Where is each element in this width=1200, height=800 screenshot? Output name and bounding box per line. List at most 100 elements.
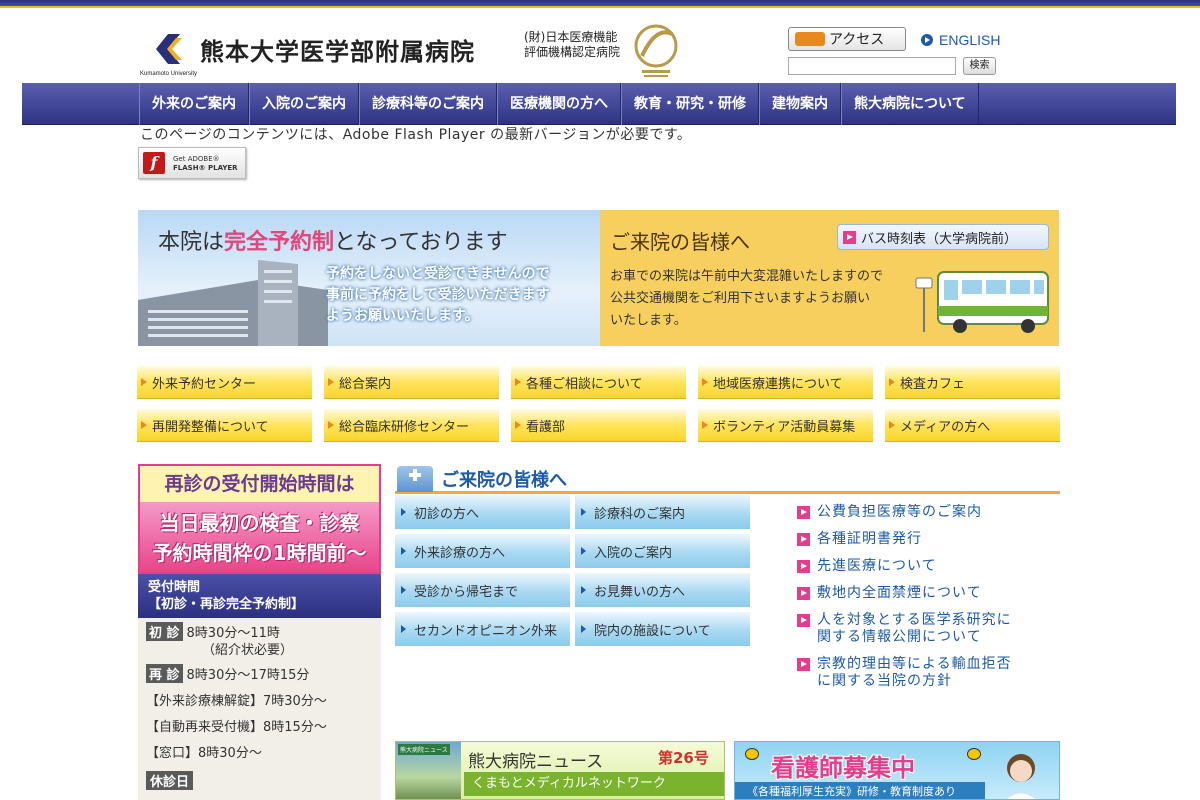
nav-item-medical-institutions[interactable]: 医療機関の方へ xyxy=(497,83,621,125)
nav-item-inpatient[interactable]: 入院のご案内 xyxy=(249,83,359,125)
quicklink-media[interactable]: メディアの方へ xyxy=(885,409,1060,442)
info-link-no-smoking[interactable]: 敷地内全面禁煙について xyxy=(797,585,982,602)
certification-text: (財)日本医療機能 評価機構認定病院 xyxy=(524,30,620,60)
search-button[interactable]: 検索 xyxy=(963,57,996,75)
info-link-text: 公費負担医療等のご案内 xyxy=(817,504,982,520)
reception-hours-title: 受付時間 xyxy=(148,580,201,595)
visit-link-visit-to-home[interactable]: 受診から帰宅まで xyxy=(395,573,570,607)
visit-link-label: お見舞いの方へ xyxy=(594,584,686,600)
news-photo-label: 熊大病院ニュース xyxy=(398,744,450,755)
quicklink-label: 各種ご相談について xyxy=(526,376,643,392)
arrow-icon xyxy=(797,506,810,519)
triangle-icon xyxy=(515,421,521,429)
quicklink-exam-cafe[interactable]: 検査カフェ xyxy=(885,366,1060,399)
bee-icon xyxy=(745,748,759,760)
top-stripe xyxy=(0,0,1200,8)
quicklink-general-info[interactable]: 総合案内 xyxy=(324,366,499,399)
nav-item-about[interactable]: 熊大病院について xyxy=(841,83,979,125)
quicklink-regional-cooperation[interactable]: 地域医療連携について xyxy=(698,366,873,399)
reservation-headline: 本院は完全予約制となっております xyxy=(158,224,508,256)
bus-icon xyxy=(915,271,1049,333)
info-link-text: 宗教的理由等による輸血拒否 に関する当院の方針 xyxy=(817,656,1012,690)
revisit-tag: 再 診 xyxy=(146,664,183,683)
get-flash-player-button[interactable]: f Get ADOBE® FLASH® PLAYER xyxy=(138,147,246,179)
first-visit-note: （紹介状必要） xyxy=(202,643,294,658)
access-button[interactable]: アクセス xyxy=(788,27,906,51)
quicklink-label: ボランティア活動員募集 xyxy=(713,419,856,435)
arrow-icon xyxy=(797,533,810,546)
quicklink-reservation-center[interactable]: 外来予約センター xyxy=(137,366,312,399)
triangle-icon xyxy=(401,508,406,516)
arrow-icon xyxy=(797,614,810,627)
certification-seal-icon xyxy=(634,24,678,77)
visit-link-second-opinion[interactable]: セカンドオピニオン外来 xyxy=(395,612,570,646)
quicklink-redevelopment[interactable]: 再開発整備について xyxy=(137,409,312,442)
car-icon xyxy=(795,32,825,46)
visit-link-outpatient[interactable]: 外来診療の方へ xyxy=(395,534,570,568)
visit-link-departments[interactable]: 診療科のご案内 xyxy=(575,495,750,529)
cert-line-1: (財)日本医療機能 xyxy=(524,30,618,44)
visit-link-label: 診療科のご案内 xyxy=(594,506,686,522)
play-arrow-icon xyxy=(921,34,933,46)
nav-item-education-research[interactable]: 教育・研究・研修 xyxy=(621,83,759,125)
reservation-banner[interactable]: 本院は完全予約制となっております 予約をしないと受診できませんので 事前に予約を… xyxy=(138,210,600,346)
triangle-icon xyxy=(702,421,708,429)
counter-row: 【窓口】8時30分〜 xyxy=(146,746,262,761)
arrow-icon xyxy=(797,560,810,573)
nurse-photo xyxy=(1005,754,1037,799)
english-label: ENGLISH xyxy=(939,32,1001,48)
visitor-section-title: ご来院の皆様へ xyxy=(441,470,567,491)
site-title[interactable]: 熊本大学医学部附属病院 xyxy=(200,32,475,67)
triangle-icon xyxy=(401,547,406,555)
first-visit-tag: 初 診 xyxy=(146,622,183,641)
info-link-advanced-medicine[interactable]: 先進医療について xyxy=(797,558,937,575)
visit-link-visitors[interactable]: お見舞いの方へ xyxy=(575,573,750,607)
reception-hours-panel: 再診の受付開始時間は 当日最初の検査・診察 予約時間枠の1時間前〜 受付時間 【… xyxy=(138,464,381,800)
english-link[interactable]: ENGLISH xyxy=(921,32,1000,48)
news-photo: 熊大病院ニュース xyxy=(396,742,461,799)
bus-timetable-link[interactable]: バス時刻表（大学病院前） xyxy=(837,224,1049,250)
visit-link-admission[interactable]: 入院のご案内 xyxy=(575,534,750,568)
triangle-icon xyxy=(581,547,586,555)
triangle-icon xyxy=(889,421,895,429)
arrow-icon xyxy=(797,658,810,671)
visit-link-facilities[interactable]: 院内の施設について xyxy=(575,612,750,646)
nav-item-departments[interactable]: 診療科等のご案内 xyxy=(359,83,497,125)
revisit-row: 再 診 8時30分〜17時15分 xyxy=(146,664,309,683)
info-link-line-2: 関する情報公開について xyxy=(817,629,982,645)
triangle-icon xyxy=(401,586,406,594)
info-link-line-1: 人を対象とする医学系研究に xyxy=(817,612,1012,628)
quicklink-clinical-training[interactable]: 総合臨床研修センター xyxy=(324,409,499,442)
flash-icon: f xyxy=(143,152,165,174)
reservation-body-line-2: 事前に予約をして受診いただきます xyxy=(326,287,550,303)
quicklink-label: 看護部 xyxy=(526,419,566,435)
triangle-icon xyxy=(141,421,147,429)
quicklink-consultation[interactable]: 各種ご相談について xyxy=(511,366,686,399)
triangle-icon xyxy=(328,378,334,386)
info-link-public-expense[interactable]: 公費負担医療等のご案内 xyxy=(797,504,982,521)
info-link-research-disclosure[interactable]: 人を対象とする医学系研究に 関する情報公開について xyxy=(797,612,1012,646)
info-link-certificates[interactable]: 各種証明書発行 xyxy=(797,531,922,548)
nav-item-buildings[interactable]: 建物案内 xyxy=(759,83,841,125)
visit-link-first-visit[interactable]: 初診の方へ xyxy=(395,495,570,529)
arrow-icon xyxy=(797,587,810,600)
news-name: 熊大病院ニュース xyxy=(468,752,604,772)
nurse-recruit-banner[interactable]: 看護師募集中 《各種福利厚生充実》研修・教育制度あり xyxy=(734,741,1060,800)
flash-badge-line-1: Get ADOBE® xyxy=(173,155,220,163)
university-logo-icon[interactable] xyxy=(150,32,184,66)
bee-icon xyxy=(967,748,981,760)
info-link-transfusion-refusal[interactable]: 宗教的理由等による輸血拒否 に関する当院の方針 xyxy=(797,656,1012,690)
quicklink-nursing[interactable]: 看護部 xyxy=(511,409,686,442)
logo-subtitle: Kumamoto University xyxy=(140,71,198,77)
nav-item-outpatient[interactable]: 外来のご案内 xyxy=(139,83,249,125)
quicklink-volunteer[interactable]: ボランティア活動員募集 xyxy=(698,409,873,442)
nurse-recruit-title: 看護師募集中 xyxy=(771,754,915,782)
reception-highlight-line-2: 予約時間枠の1時間前〜 xyxy=(152,541,367,565)
visit-link-label: 外来診療の方へ xyxy=(414,545,506,561)
visit-link-label: 院内の施設について xyxy=(594,623,711,639)
hospital-news-banner[interactable]: 熊大病院ニュース 熊大病院ニュース 第26号 くまもとメディカルネットワーク xyxy=(395,741,725,800)
search-input[interactable] xyxy=(788,57,956,75)
medical-cross-icon xyxy=(397,466,433,492)
revisit-time: 8時30分〜17時15分 xyxy=(186,668,310,683)
reservation-body: 予約をしないと受診できませんので 事前に予約をして受診いただきます ようお願いい… xyxy=(326,264,550,327)
